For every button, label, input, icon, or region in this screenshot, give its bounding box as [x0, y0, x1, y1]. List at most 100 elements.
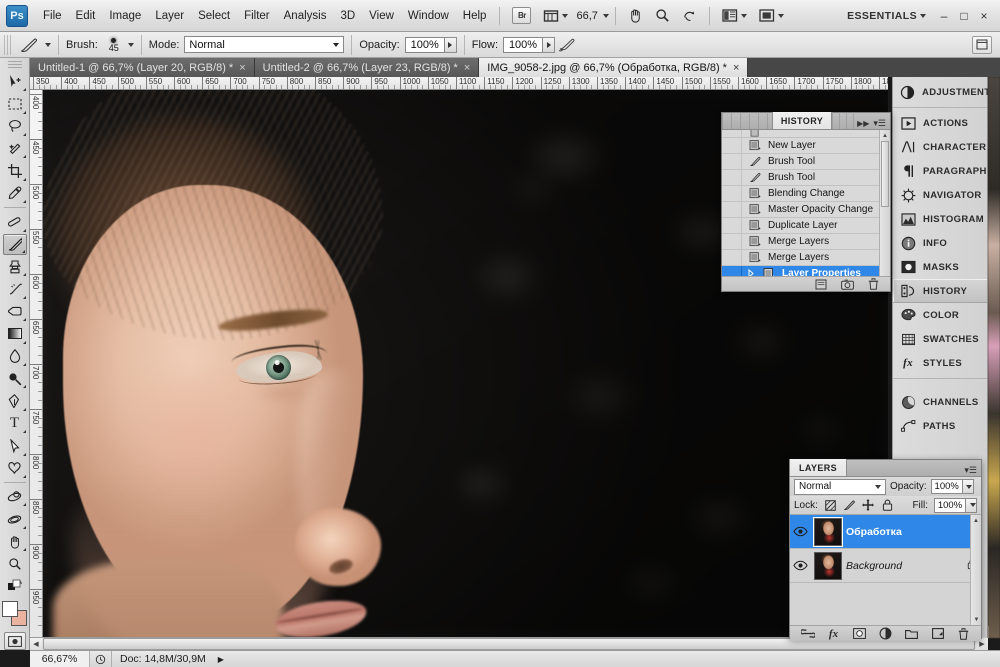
history-list[interactable]: New Layer Brush Tool Brush Tool	[722, 130, 890, 276]
layers-scroll-up-arrow[interactable]: ▲	[971, 515, 981, 526]
menu-help[interactable]: Help	[456, 6, 494, 26]
toggle-brush-panel-button[interactable]	[972, 36, 992, 54]
color-swatches[interactable]	[2, 601, 28, 626]
menu-analysis[interactable]: Analysis	[277, 6, 334, 26]
3d-orbit-tool[interactable]	[3, 508, 27, 529]
status-menu-arrow[interactable]: ▶	[214, 655, 228, 664]
history-snapshot-column[interactable]	[722, 202, 742, 218]
menu-select[interactable]: Select	[191, 6, 237, 26]
pen-tool[interactable]	[3, 390, 27, 411]
dock-item-histogram[interactable]: HISTOGRAM	[893, 207, 987, 231]
lock-image-pixels-button[interactable]	[843, 499, 856, 512]
clone-stamp-tool[interactable]	[3, 256, 27, 277]
scroll-left-arrow[interactable]: ◀	[30, 638, 42, 650]
blur-tool[interactable]	[3, 346, 27, 367]
layer-name[interactable]: Обработка	[846, 526, 902, 538]
history-item[interactable]: Merge Layers	[722, 234, 890, 250]
layers-list[interactable]: Обработка Background ▲ ▼	[790, 515, 981, 625]
dock-item-paragraph[interactable]: PARAGRAPH	[893, 159, 987, 183]
tools-panel-grip[interactable]	[8, 61, 22, 70]
dock-item-masks[interactable]: MASKS	[893, 255, 987, 279]
panel-menu-icon[interactable]: ▾☰	[873, 118, 886, 129]
horizontal-ruler[interactable]: 3504004505005506006507007508008509009501…	[30, 77, 888, 90]
opacity-input[interactable]: 100%	[405, 37, 445, 53]
dock-item-actions[interactable]: ACTIONS	[893, 111, 987, 135]
delete-layer-button[interactable]	[957, 627, 971, 640]
flow-slider-button[interactable]	[543, 37, 555, 53]
dock-item-navigator[interactable]: NAVIGATOR	[893, 183, 987, 207]
layer-style-button[interactable]: fx	[827, 627, 841, 640]
history-snapshot-column[interactable]	[722, 154, 742, 170]
history-item[interactable]: New Layer	[722, 138, 890, 154]
history-snapshot-column[interactable]	[722, 186, 742, 202]
create-document-from-state-button[interactable]	[814, 278, 828, 290]
airbrush-toggle[interactable]	[555, 35, 579, 55]
quick-mask-toggle[interactable]	[4, 632, 26, 650]
dock-item-info[interactable]: INFO	[893, 231, 987, 255]
view-extras-button[interactable]	[539, 6, 572, 26]
layers-vertical-scrollbar[interactable]: ▲ ▼	[970, 515, 981, 625]
arrange-documents-button[interactable]	[718, 6, 751, 26]
menu-image[interactable]: Image	[102, 6, 148, 26]
crop-tool[interactable]	[3, 160, 27, 181]
rectangular-marquee-tool[interactable]	[3, 93, 27, 114]
gradient-tool[interactable]	[3, 323, 27, 344]
layer-name[interactable]: Background	[846, 560, 902, 572]
lock-transparent-pixels-button[interactable]	[824, 499, 837, 512]
history-item[interactable]: Master Opacity Change	[722, 202, 890, 218]
dock-item-adjustments[interactable]: ADJUSTMENTS	[893, 80, 987, 104]
history-item[interactable]: Merge Layers	[722, 250, 890, 266]
hand-tool-button[interactable]	[624, 6, 647, 26]
status-zoom-level[interactable]: 66,67%	[30, 651, 90, 667]
screen-mode-button[interactable]	[755, 6, 788, 26]
layer-row-obrabotka[interactable]: Обработка	[790, 515, 981, 549]
lock-all-button[interactable]	[881, 499, 894, 512]
default-colors-toggle[interactable]	[3, 576, 27, 597]
maximize-button[interactable]: □	[954, 7, 974, 25]
bridge-button[interactable]: Br	[508, 6, 535, 26]
zoom-tool-button[interactable]	[651, 6, 674, 26]
foreground-color-swatch[interactable]	[2, 601, 18, 617]
menu-edit[interactable]: Edit	[69, 6, 103, 26]
close-button[interactable]: ×	[974, 7, 994, 25]
brush-tool[interactable]	[3, 234, 27, 255]
history-snapshot-column[interactable]	[722, 250, 742, 266]
history-scroll-up-arrow[interactable]: ▲	[880, 130, 890, 141]
move-tool[interactable]	[3, 71, 27, 92]
history-vertical-scrollbar[interactable]: ▲	[879, 130, 890, 276]
layers-panel-tab[interactable]: LAYERS	[790, 459, 847, 476]
history-panel-tab[interactable]: HISTORY	[772, 112, 832, 129]
dock-item-character[interactable]: CHARACTER	[893, 135, 987, 159]
new-adjustment-layer-button[interactable]	[879, 627, 893, 640]
eyedropper-tool[interactable]	[3, 183, 27, 204]
rotate-view-button[interactable]	[678, 6, 701, 26]
history-snapshot-column[interactable]	[722, 138, 742, 154]
status-proxy-icon[interactable]	[90, 651, 112, 667]
brush-preset-picker[interactable]: 45	[103, 37, 125, 53]
layer-thumbnail[interactable]	[814, 552, 842, 580]
history-panel-tabstrip[interactable]: HISTORY ▶▶ ▾☰	[722, 113, 890, 130]
dock-item-swatches[interactable]: SWATCHES	[893, 327, 987, 351]
close-icon[interactable]: ×	[239, 62, 245, 74]
collapse-icon[interactable]: ▶▶	[857, 119, 869, 128]
zoom-level-value[interactable]: 66,7	[574, 10, 599, 22]
history-item-selected[interactable]: Layer Properties	[722, 266, 890, 276]
menu-3d[interactable]: 3D	[333, 6, 362, 26]
history-snapshot-column[interactable]	[722, 234, 742, 250]
history-item[interactable]: Duplicate Layer	[722, 218, 890, 234]
custom-shape-tool[interactable]	[3, 458, 27, 479]
menu-view[interactable]: View	[362, 6, 401, 26]
dock-item-channels[interactable]: CHANNELS	[893, 390, 987, 414]
menu-file[interactable]: File	[36, 6, 69, 26]
layers-panel-tabstrip[interactable]: LAYERS ▾☰	[790, 460, 981, 477]
layer-blend-mode-select[interactable]: Normal	[794, 479, 886, 495]
new-layer-button[interactable]	[931, 627, 945, 640]
3d-rotate-tool[interactable]	[3, 486, 27, 507]
document-tab-untitled-2[interactable]: Untitled-2 @ 66,7% (Layer 23, RGB/8) * ×	[255, 58, 480, 77]
history-item[interactable]: Brush Tool	[722, 170, 890, 186]
new-group-button[interactable]	[905, 627, 919, 640]
history-snapshot-column[interactable]	[722, 170, 742, 186]
history-item-partial[interactable]	[722, 130, 890, 138]
menu-layer[interactable]: Layer	[148, 6, 191, 26]
history-snapshot-column[interactable]	[722, 266, 742, 277]
